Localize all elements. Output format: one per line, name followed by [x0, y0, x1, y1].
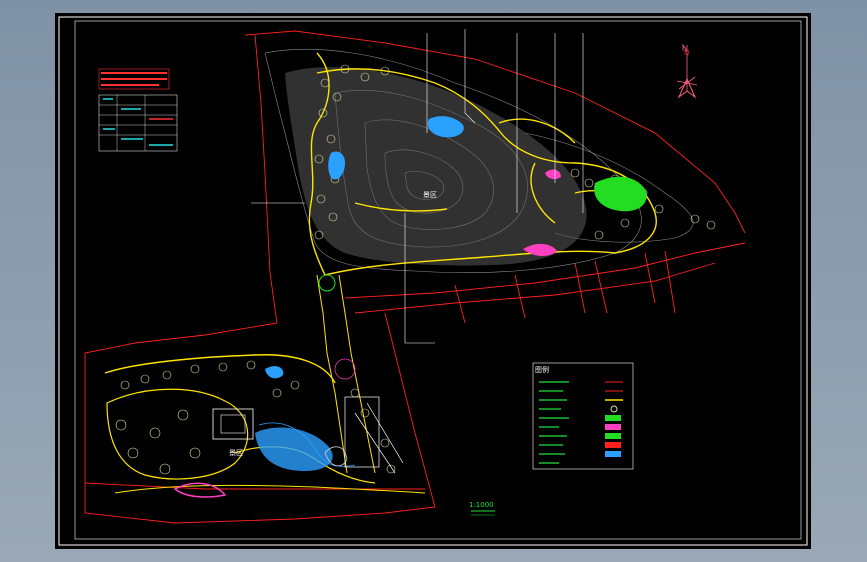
- district-label-upper: 景区: [423, 191, 437, 199]
- trees-lower: [115, 360, 396, 475]
- title-block: [98, 68, 178, 152]
- cad-viewport[interactable]: 景区 景区 图例 1:1000 N: [0, 0, 867, 562]
- lawn-lower: [265, 366, 284, 379]
- scale-label: 1:1000: [469, 501, 494, 509]
- lower-district: [104, 354, 426, 494]
- district-label-lower: 景区: [229, 449, 243, 457]
- site-plan-drawing: [58, 16, 808, 546]
- legend-title: 图例: [535, 366, 549, 374]
- north-label: N: [684, 49, 690, 57]
- lawn-patch-upper: [594, 176, 647, 212]
- scale-bar: [471, 510, 495, 516]
- pond-lower: [255, 427, 333, 471]
- legend-symbols: [605, 381, 623, 457]
- legend-rows: [539, 381, 569, 464]
- drawing-sheet: 景区 景区 图例 1:1000 N: [55, 13, 811, 549]
- entrance-corridor: [316, 274, 376, 474]
